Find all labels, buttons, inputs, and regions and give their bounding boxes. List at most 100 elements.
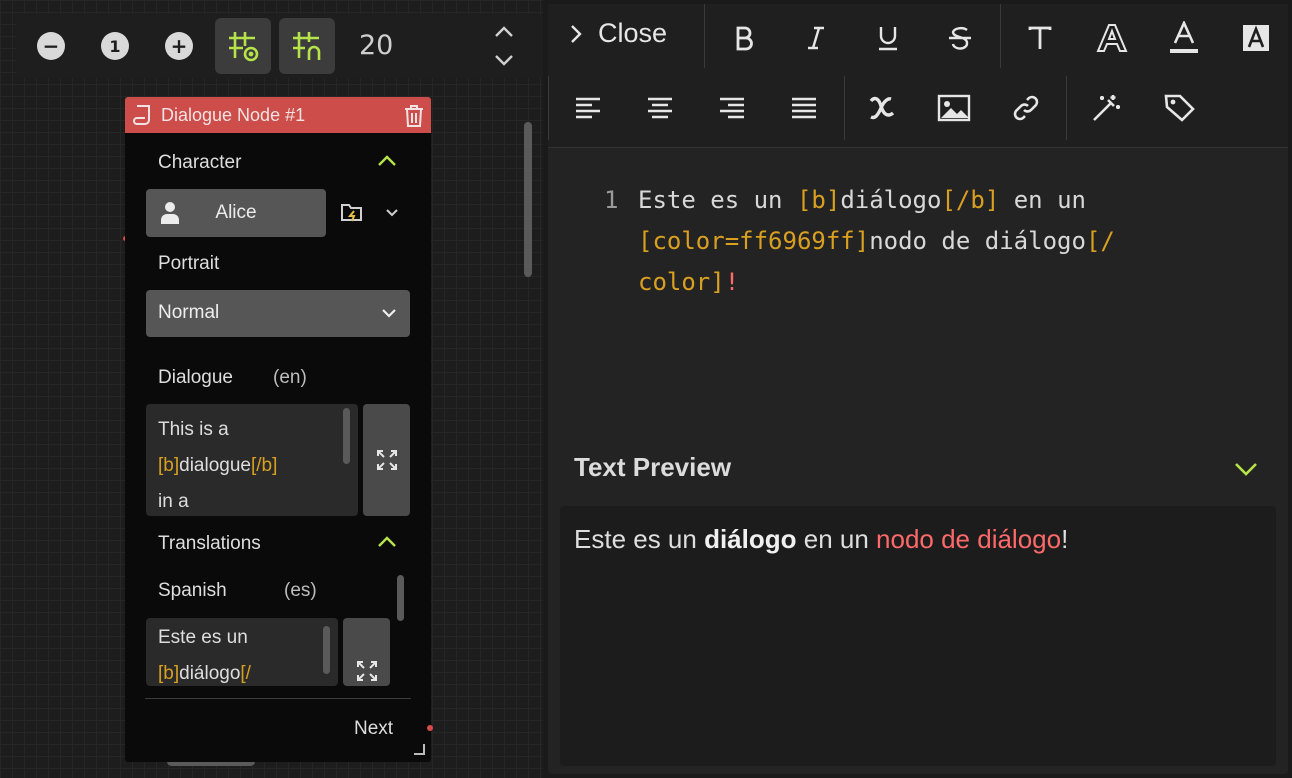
chevron-down-icon [382,309,396,318]
outline-button[interactable] [1092,18,1132,58]
spanish-textarea[interactable]: Este es un [b]diálogo[/ [146,618,338,686]
code-line-1: Este es un [b]diálogo[/b] en un [color=f… [638,186,1115,296]
close-button[interactable]: Close [568,18,667,49]
text-outline-icon [1096,24,1128,52]
zoom-out-button[interactable]: − [37,32,65,60]
link-icon [1013,95,1039,121]
image-icon [937,94,971,122]
tag-icon [1164,94,1195,122]
align-justify-icon [792,97,816,119]
collapse-character-icon[interactable] [376,152,398,170]
text-preview-title: Text Preview [574,452,732,482]
bold-button[interactable] [724,18,764,58]
toolbar-separator [548,76,549,140]
collapse-translations-icon[interactable] [376,533,398,551]
resize-handle-icon[interactable] [413,743,425,755]
trash-icon[interactable] [403,104,425,128]
chevron-down-icon[interactable] [492,48,516,72]
zoom-toolbar: − 1 + 20 [16,14,543,78]
font-color-button[interactable] [1164,16,1204,60]
snap-to-grid-button[interactable] [279,18,335,74]
expand-icon [356,661,377,681]
dialogue-line-1: This is a [158,419,229,440]
character-select-button[interactable]: Alice [146,189,326,237]
text-editor-panel: Close 1 Este es un [b]diálogo[/b] en un … [548,4,1288,774]
chevron-up-icon[interactable] [492,20,516,44]
underline-icon [879,27,897,51]
toolbar-separator [844,76,845,140]
font-color-icon [1170,21,1198,53]
dialogue-textarea[interactable]: This is a [b]dialogue[/b] in a [146,404,358,516]
graph-vertical-scrollbar[interactable] [524,122,532,277]
spanish-scrollbar[interactable] [323,626,330,674]
dialogue-line-2: [b]dialogue[/b] [158,455,278,476]
grid-magnet-icon [293,32,321,60]
variable-button[interactable] [862,88,902,128]
effects-button[interactable] [1086,88,1126,128]
strikethrough-icon [949,26,971,50]
node-header[interactable]: Dialogue Node #1 [125,97,431,133]
portrait-selected-value: Normal [158,302,220,323]
align-center-button[interactable] [640,88,680,128]
magic-wand-icon [1093,95,1120,121]
graph-canvas[interactable]: − 1 + 20 Dialogue Node #1 Character Alic… [0,0,543,778]
tag-button[interactable] [1160,88,1200,128]
grid-target-icon [229,32,259,62]
collapse-preview-icon[interactable] [1232,458,1260,480]
zoom-reset-button[interactable]: 1 [101,32,129,60]
expand-icon [376,450,397,470]
dialogue-line-3: in a [158,491,189,512]
zoom-in-button[interactable]: + [165,32,193,60]
expand-spanish-button[interactable] [343,618,390,686]
portrait-select[interactable]: Normal [146,290,410,337]
toolbar-separator [1066,76,1067,140]
dialogue-node[interactable]: Dialogue Node #1 Character Alice Portrai… [125,97,433,762]
character-name: Alice [215,202,257,223]
node-divider [145,698,411,699]
spanish-line-1: Este es un [158,627,248,648]
character-options-chevron-icon[interactable] [384,206,400,220]
italic-icon [808,26,824,50]
align-left-button[interactable] [568,88,608,128]
next-output-label: Next [354,718,394,739]
portrait-label: Portrait [158,253,220,274]
formatting-toolbar: Close [548,4,1288,148]
align-left-icon [576,97,600,119]
text-t-icon [1028,26,1052,49]
spanish-line-2: [b]diálogo[/ [158,663,251,684]
output-port[interactable] [427,725,433,731]
align-justify-button[interactable] [784,88,824,128]
expand-dialogue-button[interactable] [363,404,410,516]
align-right-button[interactable] [712,88,752,128]
underline-button[interactable] [868,18,908,58]
dialogue-scrollbar[interactable] [343,408,350,464]
bold-icon [736,26,753,51]
font-button[interactable] [1020,18,1060,58]
spanish-language: (es) [284,580,317,601]
character-label: Character [158,152,242,173]
align-right-icon [720,97,744,119]
folder-load-icon[interactable] [340,201,364,223]
line-number: 1 [604,186,619,214]
toolbar-separator [1000,4,1001,68]
italic-button[interactable] [796,18,836,58]
background-color-button[interactable] [1236,18,1276,58]
translations-scrollbar[interactable] [397,575,404,621]
translations-label: Translations [158,533,261,554]
toggle-grid-button[interactable] [215,18,271,74]
close-label: Close [598,18,668,48]
image-button[interactable] [934,88,974,128]
dialogue-label: Dialogue [158,367,233,388]
spanish-label: Spanish [158,580,227,601]
script-icon [133,105,150,125]
strikethrough-button[interactable] [940,18,980,58]
highlight-icon [1243,25,1269,51]
node-title: Dialogue Node #1 [161,104,306,125]
variable-x-icon [869,96,895,120]
link-button[interactable] [1006,88,1046,128]
align-center-icon [648,97,672,119]
chevron-right-icon [571,24,582,43]
text-preview-box: Este es un diálogo en un nodo de diálogo… [560,506,1276,766]
dialogue-language: (en) [273,367,307,388]
toolbar-separator [704,4,705,68]
